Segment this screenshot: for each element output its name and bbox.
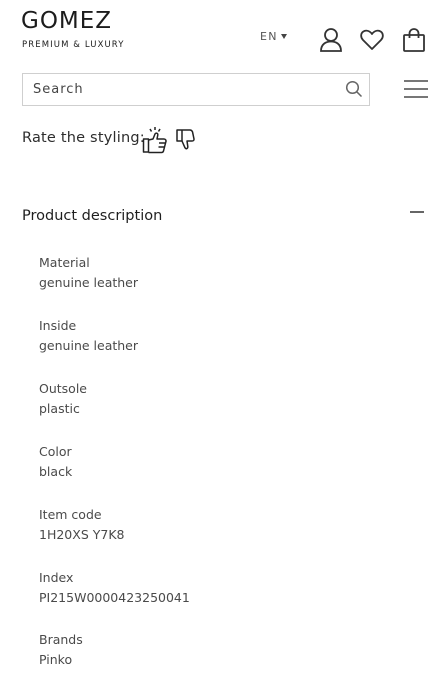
brand-logo[interactable]: GOMEZ <box>21 8 112 34</box>
language-label: EN <box>260 30 278 43</box>
attribute-value: plastic <box>39 401 80 416</box>
attribute-key: Material <box>39 255 90 270</box>
attribute-key: Inside <box>39 318 77 333</box>
attribute-key: Brands <box>39 632 83 647</box>
attribute-item: Inside genuine leather <box>39 318 138 353</box>
attribute-item: Index PI215W0000423250041 <box>39 570 190 605</box>
thumbs-up-icon[interactable] <box>142 126 168 154</box>
shopping-bag-icon[interactable] <box>401 27 427 53</box>
search-bar <box>22 73 370 106</box>
attribute-value: 1H20XS Y7K8 <box>39 527 125 542</box>
attribute-key: Outsole <box>39 381 87 396</box>
product-description-title[interactable]: Product description <box>22 208 162 224</box>
caret-down-icon <box>280 34 287 39</box>
attribute-item: Outsole plastic <box>39 381 87 416</box>
search-input[interactable] <box>23 74 333 105</box>
attribute-item: Item code 1H20XS Y7K8 <box>39 507 124 542</box>
attribute-value: genuine leather <box>39 275 139 290</box>
rate-styling-label: Rate the styling: <box>22 130 145 146</box>
page: GOMEZ PREMIUM & LUXURY EN Rate t <box>0 0 448 699</box>
attribute-item: Material genuine leather <box>39 255 138 290</box>
attribute-value: genuine leather <box>39 338 139 353</box>
thumbs-down-icon[interactable] <box>175 128 195 152</box>
attribute-value: black <box>39 464 73 479</box>
attribute-value: PI215W0000423250041 <box>39 590 190 605</box>
attribute-key: Item code <box>39 507 102 522</box>
attribute-key: Color <box>39 444 72 459</box>
language-selector[interactable]: EN <box>260 30 287 43</box>
collapse-minus-icon[interactable] <box>410 211 424 213</box>
user-icon[interactable] <box>318 27 344 53</box>
attribute-value[interactable]: Pinko <box>39 652 83 667</box>
brand-tagline: PREMIUM & LUXURY <box>22 40 125 50</box>
hamburger-menu-icon[interactable] <box>404 79 428 101</box>
attribute-key: Index <box>39 570 74 585</box>
attribute-item: Color black <box>39 444 72 479</box>
heart-icon[interactable] <box>359 27 385 53</box>
search-icon[interactable] <box>345 80 363 98</box>
attribute-item: Brands Pinko <box>39 632 83 667</box>
